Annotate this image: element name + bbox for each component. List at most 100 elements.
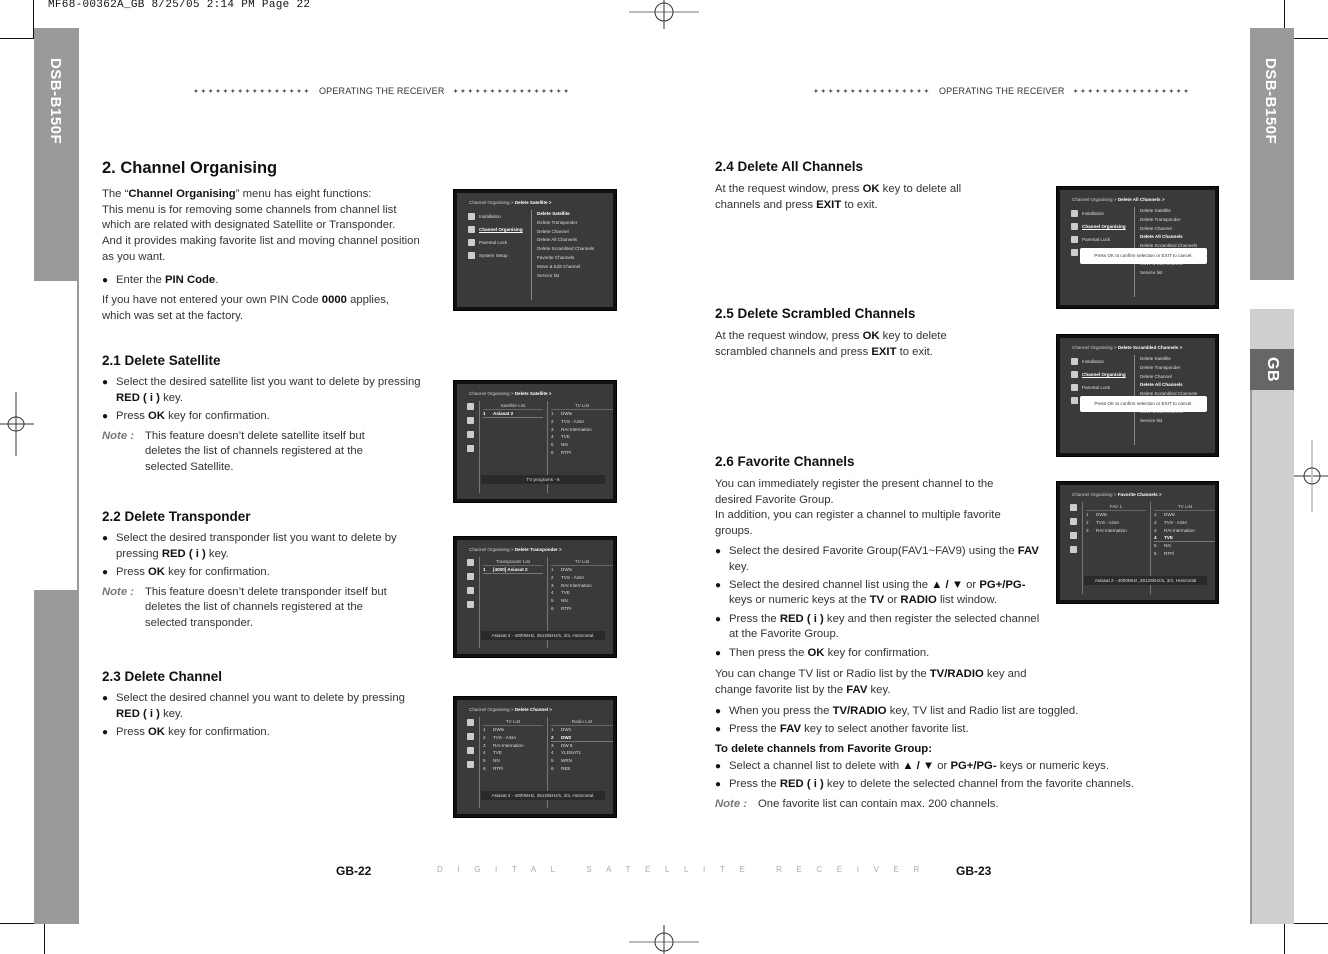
- dots-decoration: ✦✦✦✦✦✦✦✦✦✦✦✦✦✦✦✦: [813, 88, 931, 96]
- list-header: TV List: [551, 401, 613, 410]
- menu-item-parental-lock: Parental Lock: [1070, 381, 1132, 394]
- menu-item-channel-organising: Channel Organising: [467, 223, 529, 236]
- running-head-right: ✦✦✦✦✦✦✦✦✦✦✦✦✦✦✦✦ OPERATING THE RECEIVER …: [813, 86, 1191, 96]
- list-row: 2 TVS - ASIA: [1086, 519, 1120, 525]
- submenu-item: Delete Satellite: [1140, 356, 1171, 361]
- submenu-item: Delete All Channels: [537, 237, 578, 243]
- list-header: Transponder List: [483, 557, 543, 566]
- list-item: Select the desired Favorite Group(FAV1~F…: [715, 544, 1045, 575]
- side-tab-light: [1250, 390, 1294, 924]
- installation-icon: [1070, 504, 1077, 511]
- list-header: TV List: [483, 717, 543, 726]
- printer-slug: MF68-00362A_GB 8/25/05 2:14 PM Page 22: [48, 0, 311, 11]
- list-row: 6 RTPi: [551, 605, 572, 611]
- submenu-item: Delete Channel: [537, 228, 569, 234]
- section-title: 2.4 Delete All Channels: [715, 159, 864, 174]
- list-row: 5 NN: [551, 598, 568, 604]
- menu-item-installation: Installation: [467, 210, 529, 223]
- screen-breadcrumb: Channel Organising > Delete Scrambled Ch…: [1072, 345, 1183, 350]
- page-number-right: GB-23: [956, 864, 992, 878]
- menu-icons: [467, 403, 477, 459]
- list-item: Press OK key for confirmation.: [102, 725, 427, 741]
- submenu-item: Service list: [1140, 417, 1163, 423]
- channel-icon: [467, 573, 474, 580]
- lock-icon: [467, 587, 474, 594]
- note: Note : This feature doesn’t delete transp…: [102, 585, 387, 630]
- list-row: 5 NN: [483, 758, 500, 764]
- page-number-left: GB-22: [336, 864, 372, 878]
- list-item: Select the desired channel you want to d…: [102, 691, 427, 722]
- gear-icon: [467, 445, 474, 452]
- submenu-item: Delete Channel: [1140, 373, 1172, 379]
- registration-mark-icon: [629, 0, 699, 29]
- screenshot-delete-transponder: Channel Organising > Delete Transponder …: [453, 536, 617, 658]
- installation-icon: [467, 403, 474, 410]
- screen-breadcrumb: Channel Organising > Favorite Channels >: [1072, 492, 1162, 497]
- list-item: Press the RED ( i ) key and then registe…: [715, 612, 1045, 643]
- list-row: 5 NN: [551, 442, 568, 448]
- list-item: Press OK key for confirmation.: [102, 409, 432, 425]
- list-row: 6 RTPi: [483, 765, 504, 771]
- list-row: 3 RAI Internation: [1086, 527, 1127, 533]
- page-title: 2. Channel Organising: [102, 159, 278, 177]
- lock-icon: [467, 431, 474, 438]
- screen-main-menu: Installation Channel Organising Parental…: [467, 210, 529, 262]
- intro-paragraph: The “Channel Organising” menu has eight …: [102, 188, 420, 263]
- side-tab-lower: [34, 590, 79, 924]
- crop-mark: [1294, 38, 1328, 39]
- screenshot-delete-scrambled: Channel Organising > Delete Scrambled Ch…: [1056, 334, 1219, 457]
- confirm-popup: Press OK to confirm selection or EXIT to…: [1080, 396, 1207, 412]
- model-label: DSB-B150F: [47, 58, 64, 145]
- model-label: DSB-B150F: [1262, 58, 1279, 145]
- submenu-item: Delete All Channels: [1140, 382, 1183, 388]
- list-row: 1 DWtv: [1086, 512, 1108, 517]
- language-label: GB: [1264, 357, 1281, 382]
- dots-decoration: ✦✦✦✦✦✦✦✦✦✦✦✦✦✦✦✦: [452, 88, 571, 96]
- paragraph: At the request window, press OK key to d…: [715, 183, 962, 211]
- submenu-item: Delete Transponder: [1140, 364, 1181, 370]
- screenshot-favorite-channels: Channel Organising > Favorite Channels >…: [1056, 481, 1219, 604]
- screen-left-list: Transponder List 1 [4000] Asiasat 2: [483, 557, 543, 574]
- submenu-item: Delete Transponder: [537, 219, 578, 225]
- registration-mark-icon: [0, 392, 34, 456]
- list-row: 3 RAI Internation: [483, 742, 524, 748]
- screen-left-list: TV List 1 DWtv 2 TVS - ASIA 3 RAI Internation 4…: [483, 717, 543, 773]
- list-row: 1 [4000] Asiasat 2: [483, 566, 543, 574]
- lock-icon: [1070, 532, 1077, 539]
- menu-item-parental-lock: Parental Lock: [467, 236, 529, 249]
- note: Note : One favorite list can contain max.…: [715, 798, 999, 811]
- confirm-popup: Press OK to confirm selection or EXIT to…: [1080, 248, 1207, 264]
- note: Note : This feature doesn’t delete satell…: [102, 429, 365, 474]
- screen-breadcrumb: Channel Organising > Delete Channel >: [469, 707, 552, 712]
- menu-icons: [1070, 504, 1080, 560]
- screen-right-list: TV List 1 DWtv 2 TVS - ASIA 3 RAI Internation 4…: [551, 557, 613, 613]
- menu-icons: [467, 559, 477, 615]
- list-item: When you press the TV/RADIO key, TV list…: [715, 704, 1155, 720]
- list-header: FAV 1: [1086, 502, 1146, 511]
- side-tab-model: DSB-B150F: [34, 28, 79, 281]
- section-title: 2.2 Delete Transponder: [102, 509, 251, 524]
- screenshot-delete-channel: Channel Organising > Delete Channel > TV …: [453, 696, 617, 818]
- submenu-item: Delete Satellite: [537, 211, 570, 216]
- menu-item-system-setup: System Setup: [467, 249, 529, 262]
- list-item: Select the desired transponder list you …: [102, 531, 432, 562]
- submenu-item: Service list: [1140, 269, 1163, 275]
- paragraph: You can immediately register the present…: [715, 478, 994, 506]
- paragraph: In addition, you can register a channel …: [715, 509, 1001, 538]
- list-header: TV List: [1154, 502, 1215, 511]
- gear-icon: [467, 601, 474, 608]
- menu-item-installation: Installation: [1070, 207, 1132, 220]
- list-row: 6 REE: [551, 765, 571, 771]
- list-item: Select a channel list to delete with ▲ /…: [715, 759, 1155, 775]
- running-head-title: OPERATING THE RECEIVER: [318, 86, 445, 96]
- submenu-item: Delete All Channels: [1140, 234, 1183, 240]
- list-item: Select the desired channel list using th…: [715, 578, 1045, 609]
- screen-right-list: TV List 1 DWtv 2 TVS - ASIA 3 RAI Internation 4…: [1154, 502, 1215, 558]
- channel-icon: [467, 417, 474, 424]
- screen-breadcrumb: Channel Organising > Delete All Channels…: [1072, 197, 1165, 202]
- menu-item-installation: Installation: [1070, 355, 1132, 368]
- menu-item-channel-organising: Channel Organising: [1070, 220, 1132, 233]
- lock-icon: [467, 747, 474, 754]
- installation-icon: [467, 719, 474, 726]
- list-row: 1 Asiasat 2: [483, 410, 543, 418]
